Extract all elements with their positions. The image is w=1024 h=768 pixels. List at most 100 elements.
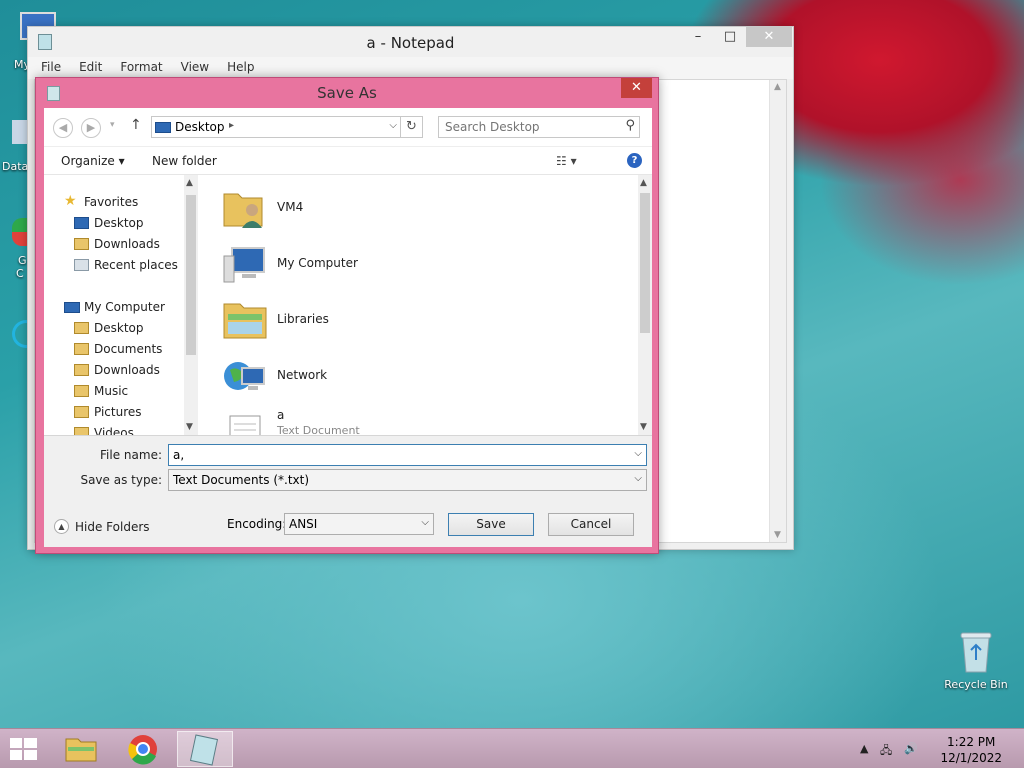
file-name: My Computer [277,256,358,270]
folder-icon [74,427,89,435]
organize-button[interactable]: Organize ▾ [61,154,125,168]
up-arrow-icon[interactable]: ↑ [130,117,142,133]
nav-item-label: Documents [94,342,163,356]
refresh-button[interactable]: ↻ [401,116,423,138]
network-icon[interactable]: 🖧 [880,742,892,761]
menu-help[interactable]: Help [218,57,263,79]
help-icon[interactable]: ? [627,153,642,168]
save-type-select[interactable]: Text Documents (*.txt) ⌵ [168,469,647,491]
computer-icon [64,302,80,313]
encoding-select[interactable]: ANSI ⌵ [284,513,434,535]
network-icon [224,362,265,390]
nav-pc-downloads[interactable]: Downloads [74,363,160,377]
folder-icon [74,322,89,334]
desktop-icon [74,217,89,229]
cancel-button[interactable]: Cancel [548,513,634,536]
nav-fav-recent[interactable]: Recent places [74,258,178,272]
address-location[interactable]: Desktop [175,120,225,134]
dialog-toolbar: Organize ▾ New folder ☷ ▾ ? [44,146,652,174]
chevron-down-icon[interactable]: ⌵ [634,473,642,484]
breadcrumb-chevron-icon[interactable]: ▸ [229,120,234,131]
scroll-up-icon[interactable]: ▲ [640,178,647,188]
menu-edit[interactable]: Edit [70,57,111,79]
search-icon[interactable]: ⚲ [625,118,635,133]
nav-pc-pictures[interactable]: Pictures [74,405,142,419]
save-form: File name: ⌵ Save as type: Text Document… [44,436,652,547]
show-hidden-icons-icon[interactable]: ▲ [860,742,868,755]
encoding-value: ANSI [289,517,318,531]
search-input[interactable] [439,117,619,137]
menu-format[interactable]: Format [111,57,171,79]
folder-icon [74,364,89,376]
nav-scroll-thumb[interactable] [186,195,196,355]
menu-file[interactable]: File [32,57,70,79]
save-button[interactable]: Save [448,513,534,536]
file-item-vm4[interactable]: VM4 [222,180,602,232]
taskbar-chrome[interactable] [118,731,168,767]
taskbar-notepad[interactable] [177,731,233,767]
file-name: Libraries [277,312,329,326]
scroll-down-icon[interactable]: ▼ [774,530,781,540]
nav-pc-desktop[interactable]: Desktop [74,321,144,335]
forward-button[interactable]: ▶ [81,118,101,138]
file-scrollbar[interactable]: ▲ ▼ [638,175,652,435]
file-scroll-thumb[interactable] [640,193,650,333]
notepad-close-button[interactable]: ✕ [746,27,792,47]
scroll-up-icon[interactable]: ▲ [774,82,781,92]
nav-item-label: Desktop [94,216,144,230]
chrome-icon [128,735,157,765]
file-item-a[interactable]: a Text Document [222,404,602,435]
editor-scrollbar[interactable]: ▲ ▼ [769,80,786,542]
file-item-network[interactable]: Network [222,348,602,400]
search-box[interactable]: ⚲ [438,116,640,138]
scroll-down-icon[interactable]: ▼ [640,422,647,432]
system-tray: ▲ 🖧 🔊 1:22 PM 12/1/2022 [854,729,1024,768]
notepad-titlebar[interactable]: a - Notepad – □ ✕ [28,27,793,57]
folder-icon [74,406,89,418]
nav-item-label: Pictures [94,405,142,419]
nav-fav-downloads[interactable]: Downloads [74,237,160,251]
minimize-button[interactable]: – [684,27,712,47]
nav-item-label: Music [94,384,129,398]
file-name-combobox[interactable]: ⌵ [168,444,647,466]
star-icon: ★ [64,193,77,209]
browser-panes: ★ Favorites Desktop Downloads Recent pla… [44,174,652,436]
nav-pc-videos[interactable]: Videos [74,426,134,435]
nav-pc-documents[interactable]: Documents [74,342,163,356]
new-folder-button[interactable]: New folder [152,154,217,168]
file-name-input[interactable] [169,445,624,465]
nav-favorites[interactable]: ★ Favorites [64,193,139,209]
scroll-down-icon[interactable]: ▼ [186,422,193,432]
recycle-bin-label: Recycle Bin [944,678,1008,691]
taskbar: ▲ 🖧 🔊 1:22 PM 12/1/2022 [0,728,1024,768]
address-dropdown-icon[interactable]: ⌵ [389,120,397,131]
file-item-my-computer[interactable]: My Computer [222,236,602,288]
recycle-bin[interactable]: Recycle Bin [940,630,1012,691]
dialog-close-button[interactable]: ✕ [621,78,652,98]
collapse-icon: ▲ [54,519,69,534]
file-name: VM4 [277,200,304,214]
recent-dropdown-icon[interactable]: ▾ [110,120,115,130]
nav-item-label: Downloads [94,363,160,377]
nav-my-computer[interactable]: My Computer [64,300,165,314]
navigation-pane: ★ Favorites Desktop Downloads Recent pla… [44,175,198,435]
nav-favorites-label: Favorites [84,195,139,209]
back-button[interactable]: ◀ [53,118,73,138]
nav-pc-music[interactable]: Music [74,384,129,398]
menu-view[interactable]: View [172,57,218,79]
scroll-up-icon[interactable]: ▲ [186,178,193,188]
user-folder-icon [223,193,263,228]
maximize-button[interactable]: □ [716,27,744,47]
chevron-down-icon[interactable]: ⌵ [634,448,642,459]
file-item-libraries[interactable]: Libraries [222,292,602,344]
change-view-icon[interactable]: ☷ ▾ [556,154,577,168]
clock[interactable]: 1:22 PM 12/1/2022 [940,734,1002,766]
volume-icon[interactable]: 🔊 [904,742,918,755]
address-bar[interactable]: Desktop ▸ ⌵ [151,116,401,138]
chevron-down-icon[interactable]: ⌵ [421,517,429,528]
file-name: a [277,408,285,422]
taskbar-file-explorer[interactable] [56,731,106,767]
nav-fav-desktop[interactable]: Desktop [74,216,144,230]
start-button[interactable] [10,738,38,760]
nav-scrollbar[interactable]: ▲ ▼ [184,175,198,435]
